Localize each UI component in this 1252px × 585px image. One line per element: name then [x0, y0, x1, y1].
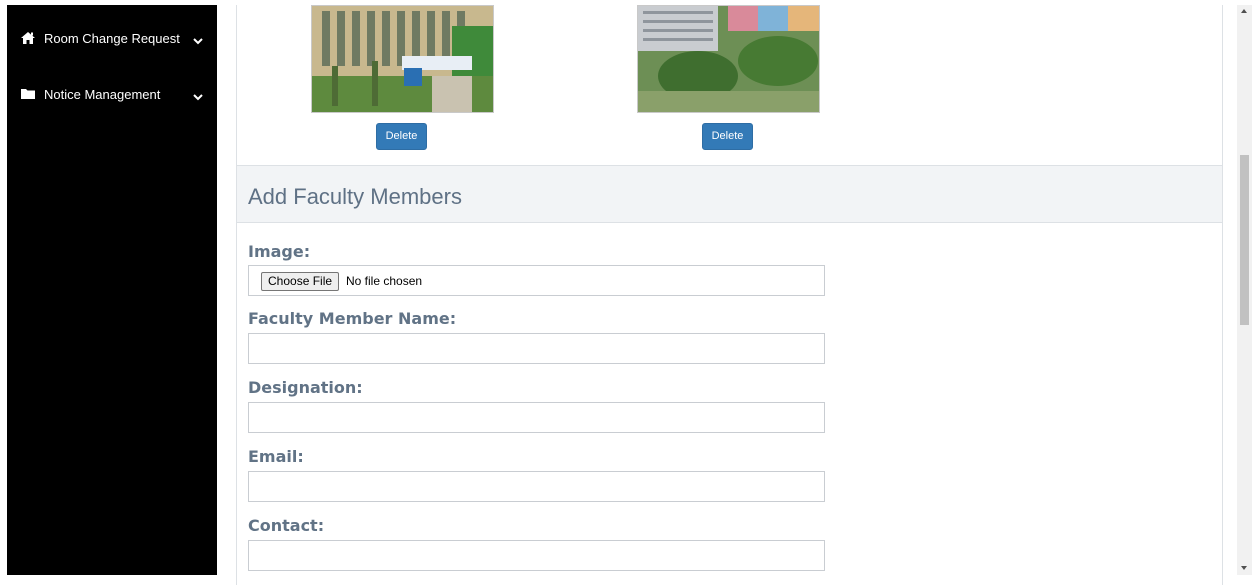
- sidebar-item-label: Room Change Request: [44, 31, 180, 46]
- contact-label: Contact:: [248, 516, 325, 535]
- section-title: Add Faculty Members: [248, 184, 462, 209]
- content-panel: Delete Delete Add Faculty Members Image:…: [236, 5, 1223, 585]
- gallery-image: [637, 5, 820, 113]
- faculty-name-label: Faculty Member Name:: [248, 309, 457, 328]
- sidebar-item-label: Notice Management: [44, 87, 161, 102]
- gallery-image: [311, 5, 494, 113]
- chevron-down-icon: [193, 33, 203, 45]
- no-file-text: No file chosen: [346, 274, 423, 288]
- choose-file-button[interactable]: Choose File: [261, 272, 340, 291]
- sidebar-item-room-change-request[interactable]: Room Change Request: [7, 21, 217, 57]
- folder-icon: [20, 87, 36, 101]
- delete-button[interactable]: Delete: [376, 123, 427, 150]
- image-file-input[interactable]: Choose File No file chosen: [248, 265, 825, 296]
- image-label: Image:: [248, 242, 311, 261]
- contact-input[interactable]: [248, 540, 825, 571]
- scrollbar-thumb[interactable]: [1240, 155, 1249, 325]
- faculty-name-input[interactable]: [248, 333, 825, 364]
- scrollbar[interactable]: [1237, 5, 1252, 575]
- section-header: Add Faculty Members: [237, 165, 1222, 223]
- scroll-down-arrow-icon[interactable]: [1241, 566, 1247, 570]
- email-label: Email:: [248, 447, 304, 466]
- main-content: Delete Delete Add Faculty Members Image:…: [217, 5, 1237, 585]
- sidebar-item-notice-management[interactable]: Notice Management: [7, 77, 217, 113]
- delete-button[interactable]: Delete: [702, 123, 753, 150]
- sidebar: Room Change Request Notice Management: [7, 5, 217, 575]
- chevron-down-icon: [193, 89, 203, 101]
- designation-input[interactable]: [248, 402, 825, 433]
- email-input[interactable]: [248, 471, 825, 502]
- scroll-up-arrow-icon[interactable]: [1241, 9, 1247, 13]
- designation-label: Designation:: [248, 378, 363, 397]
- home-icon: [20, 31, 36, 45]
